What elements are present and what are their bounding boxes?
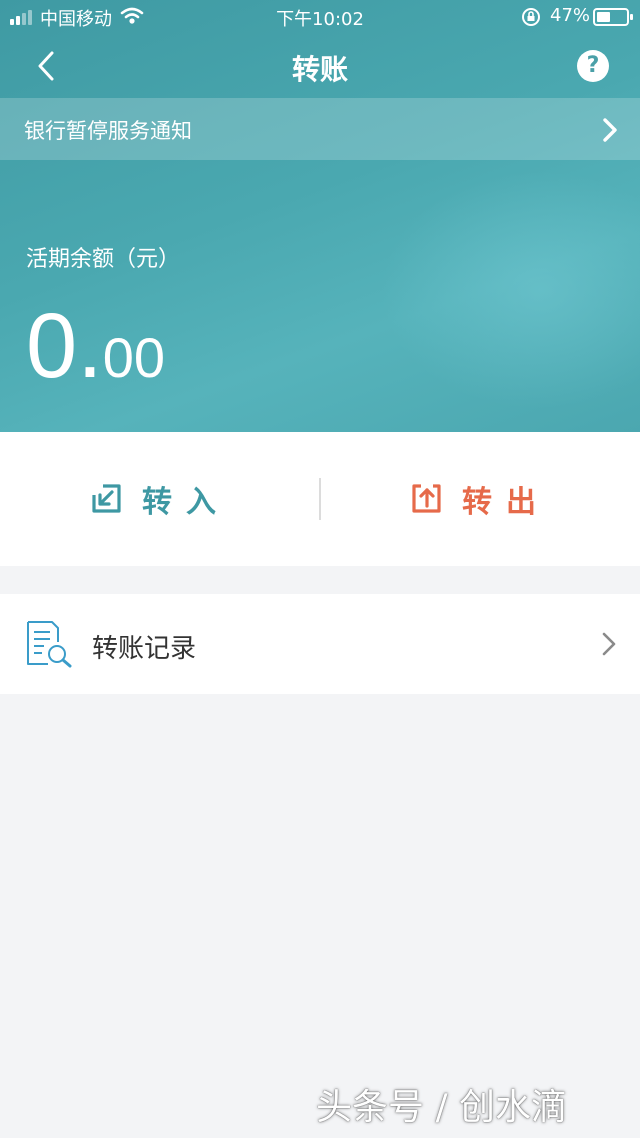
transfer-out-icon bbox=[412, 484, 441, 513]
chevron-right-icon bbox=[602, 632, 616, 656]
question-circle-icon[interactable]: ? bbox=[577, 50, 609, 82]
balance-integer: 0 bbox=[26, 295, 78, 397]
status-bar: 中国移动 下午10:02 47% bbox=[0, 0, 640, 34]
battery-percent: 47% bbox=[550, 5, 591, 26]
page-title: 转账 bbox=[291, 53, 348, 86]
transfer-in-label: 转入 bbox=[142, 485, 230, 520]
notice-text: 银行暂停服务通知 bbox=[24, 119, 192, 143]
service-notice-banner[interactable]: 银行暂停服务通知 bbox=[0, 98, 640, 160]
document-search-icon bbox=[27, 621, 72, 668]
transfer-records-row[interactable]: 转账记录 bbox=[0, 594, 640, 694]
account-header: 中国移动 下午10:02 47% 转账 ? 银行暂停服务通知 活期余额（元） 0… bbox=[0, 0, 640, 432]
nav-bar: 转账 ? bbox=[0, 34, 640, 98]
transfer-in-icon bbox=[92, 484, 121, 513]
balance-label: 活期余额（元） bbox=[26, 247, 181, 272]
orientation-lock-icon bbox=[522, 8, 540, 26]
transfer-records-label: 转账记录 bbox=[92, 634, 197, 664]
actions-divider bbox=[319, 478, 321, 520]
status-time: 下午10:02 bbox=[276, 9, 364, 30]
chevron-right-icon bbox=[603, 118, 617, 142]
balance-decimal: 00 bbox=[102, 326, 166, 389]
transfer-in-button[interactable]: 转入 bbox=[0, 432, 320, 566]
watermark: 头条号 / 创水滴 bbox=[316, 1087, 568, 1128]
battery-icon bbox=[593, 8, 633, 26]
transfer-out-button[interactable]: 转出 bbox=[320, 432, 640, 566]
balance-amount: 0.00 bbox=[26, 300, 165, 392]
transfer-out-label: 转出 bbox=[462, 485, 550, 520]
balance-separator: . bbox=[77, 295, 103, 397]
